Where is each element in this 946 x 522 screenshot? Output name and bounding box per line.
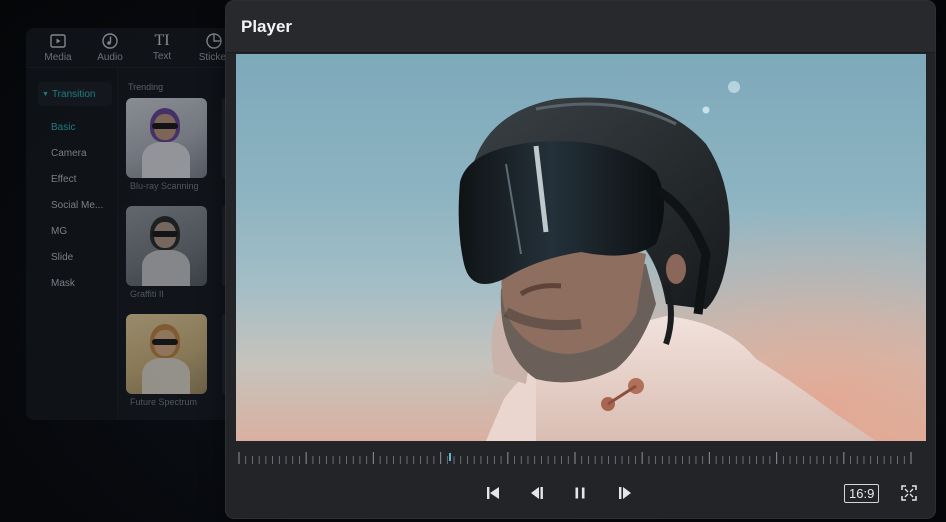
player-title: Player <box>241 16 293 36</box>
category-list: Basic Camera Effect Social Me... MG Slid… <box>26 114 117 296</box>
tool-media[interactable]: Media <box>32 28 84 67</box>
thumbnail-name: Future Spectrum <box>130 397 198 407</box>
tool-text[interactable]: TI Text <box>136 28 188 67</box>
step-forward-icon <box>619 487 631 499</box>
pause-button[interactable] <box>569 482 591 504</box>
sticker-icon <box>206 33 222 49</box>
category-basic[interactable]: Basic <box>26 114 117 140</box>
caret-down-icon: ▼ <box>42 90 49 98</box>
tool-label: Audio <box>97 52 123 63</box>
category-camera[interactable]: Camera <box>26 140 117 166</box>
tool-label: Text <box>152 51 172 62</box>
thumbnail-image[interactable] <box>126 98 207 178</box>
step-back-button[interactable] <box>526 482 548 504</box>
category-header-label: Transition <box>51 88 96 100</box>
transition-gallery: Trending Blu-ray Scanning Graffiti II Fu… <box>126 68 241 420</box>
tool-label: Media <box>44 52 72 63</box>
thumbnail-grid: Blu-ray Scanning Graffiti II Future Spec… <box>126 98 228 420</box>
aspect-ratio-button[interactable]: 16:9 <box>844 484 880 503</box>
category-mask[interactable]: Mask <box>26 270 117 296</box>
thumbnail-image[interactable] <box>126 314 207 394</box>
category-slide[interactable]: Slide <box>26 244 117 270</box>
ruler-ticks <box>238 452 912 464</box>
category-social-media[interactable]: Social Me... <box>26 192 117 218</box>
step-back-icon <box>531 487 543 499</box>
video-frame-image <box>236 54 926 441</box>
player-header: Player <box>226 1 935 53</box>
category-mg[interactable]: MG <box>26 218 117 244</box>
tool-audio[interactable]: Audio <box>84 28 136 67</box>
effects-editor-panel: Media Audio TI Text Sticker ▼ Transition… <box>26 28 241 420</box>
audio-icon <box>102 33 118 49</box>
thumbnail-name: Blu-ray Scanning <box>130 181 199 191</box>
category-sidebar: ▼ Transition Basic Camera Effect Social … <box>26 68 118 420</box>
thumbnail-image[interactable] <box>126 206 207 286</box>
video-preview[interactable] <box>236 54 926 441</box>
fullscreen-button[interactable] <box>900 484 918 502</box>
pause-icon <box>575 487 585 499</box>
timeline-ruler[interactable] <box>236 449 926 467</box>
fullscreen-icon <box>901 485 917 501</box>
editor-toolbar: Media Audio TI Text Sticker <box>26 28 241 68</box>
playback-controls: 16:9 <box>226 476 935 510</box>
thumbnail-item[interactable]: Future Spectrum <box>126 314 207 420</box>
tool-label: Sticker <box>198 52 230 63</box>
media-icon <box>50 34 66 48</box>
thumbnail-item[interactable]: Graffiti II <box>126 206 207 314</box>
player-window: Player 16:9 <box>226 1 935 518</box>
text-icon: TI <box>154 32 170 49</box>
section-title-trending: Trending <box>128 82 164 92</box>
skip-to-start-button[interactable] <box>482 482 504 504</box>
skip-to-start-icon <box>487 487 499 499</box>
thumbnail-item[interactable]: Blu-ray Scanning <box>126 98 207 206</box>
category-header-transition[interactable]: ▼ Transition <box>38 82 112 106</box>
category-effect[interactable]: Effect <box>26 166 117 192</box>
step-forward-button[interactable] <box>614 482 636 504</box>
thumbnail-name: Graffiti II <box>130 289 164 299</box>
